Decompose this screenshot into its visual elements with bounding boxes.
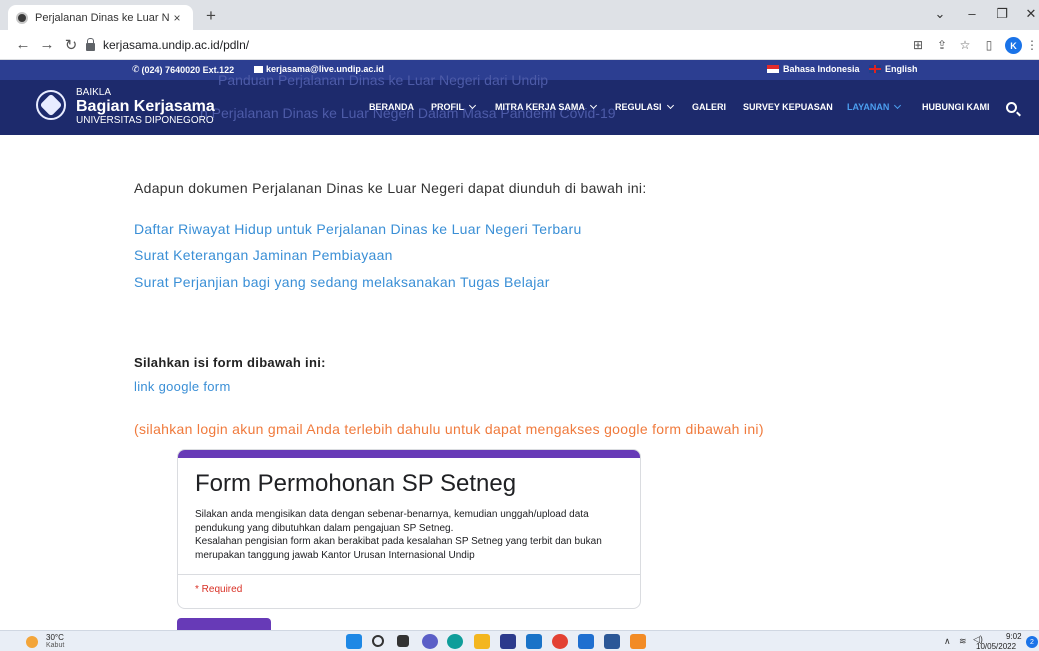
gform-desc-line-2: Kesalahan pengisian form akan berakibat … [195,536,602,561]
lang-english[interactable]: English [869,64,918,74]
site-header: Panduan Perjalanan Dinas ke Luar Negeri … [0,72,1039,135]
indonesia-flag-icon [767,65,779,73]
bookmark-star-icon[interactable]: ☆ [957,38,973,52]
clock-date[interactable]: 10/05/2022 [976,642,1016,651]
tab-search-icon[interactable]: ⌄ [930,6,950,22]
nav-regulasi-label: REGULASI [615,102,662,112]
nav-galeri[interactable]: GALERI [692,102,726,112]
tab-close-icon[interactable]: × [169,11,185,25]
login-note: (silahkan login akun gmail Anda terlebih… [134,421,764,437]
close-window-button[interactable]: ✕ [1021,6,1039,22]
brand-abbrev: BAIKLA [76,87,112,98]
url-text: kerjasama.undip.ac.id/pdln/ [103,38,250,52]
share-icon[interactable]: ⇪ [934,38,950,52]
edge-browser-icon[interactable] [447,634,463,649]
chrome-browser-icon[interactable] [552,634,568,649]
browser-tab-strip: Perjalanan Dinas ke Luar Negeri × + ⌄ – … [0,0,1039,30]
brand-title[interactable]: Bagian Kerjasama [76,98,215,116]
menu-dots-icon[interactable]: ⋮ [1024,38,1039,52]
profile-avatar[interactable]: K [1005,37,1022,54]
new-tab-button[interactable]: + [202,6,220,26]
nav-beranda[interactable]: BERANDA [369,102,414,112]
intro-text: Adapun dokumen Perjalanan Dinas ke Luar … [134,180,647,196]
file-explorer-icon[interactable] [474,634,490,649]
task-view-icon[interactable] [397,635,409,647]
browser-address-bar: ← → ↻ kerjasama.undip.ac.id/pdln/ ⊞ ⇪ ☆ … [0,30,1039,60]
nav-layanan-label: LAYANAN [847,102,890,112]
taskbar-search-icon[interactable] [372,635,384,647]
gform-accent-bar [178,450,640,458]
maximize-button[interactable]: ❐ [992,6,1012,22]
chevron-down-icon [894,101,902,110]
translate-icon[interactable]: ⊞ [910,38,926,52]
ms-store-icon[interactable] [500,634,516,649]
chevron-down-icon [468,101,477,110]
forward-arrow-icon[interactable]: → [38,36,56,53]
lock-icon [86,37,95,51]
url-field[interactable]: kerjasama.undip.ac.id/pdln/ [86,34,906,56]
orange-app-icon[interactable] [630,634,646,649]
doc-link-jaminan-pembiayaan[interactable]: Surat Keterangan Jaminan Pembiayaan [134,247,393,263]
windows-start-icon[interactable] [346,634,362,649]
gform-required-note: * Required [195,584,243,595]
wifi-icon[interactable]: ≋ [959,636,967,647]
mail-app-icon[interactable] [526,634,542,649]
form-heading: Silahkan isi form dibawah ini: [134,355,326,370]
side-panel-icon[interactable]: ▯ [981,38,997,52]
google-form-link[interactable]: link google form [134,379,231,394]
windows-taskbar: 30°C Kabut ∧ ≋ ◁) 9:02 10/05/2022 2 [0,630,1039,651]
minimize-button[interactable]: – [962,6,982,21]
word-app-icon[interactable] [604,634,620,649]
site-favicon-icon [16,11,28,24]
weather-sun-icon[interactable] [26,636,38,648]
reload-icon[interactable]: ↻ [62,36,80,54]
clock-time[interactable]: 9:02 [1006,632,1022,641]
lang-indonesia-label: Bahasa Indonesia [783,64,860,74]
weather-condition: Kabut [46,642,65,649]
chevron-down-icon [589,101,597,110]
teams-chat-icon[interactable] [422,634,438,649]
browser-tab[interactable]: Perjalanan Dinas ke Luar Negeri × [8,5,193,30]
back-arrow-icon[interactable]: ← [14,36,32,53]
tray-chevron-up-icon[interactable]: ∧ [944,636,951,647]
lang-indonesia[interactable]: Bahasa Indonesia [767,64,860,74]
nav-hubungi-kami[interactable]: HUBUNGI KAMI [922,102,990,112]
university-logo-icon[interactable] [36,90,66,120]
doc-link-riwayat-hidup[interactable]: Daftar Riwayat Hidup untuk Perjalanan Di… [134,221,582,237]
photos-app-icon[interactable] [578,634,594,649]
gform-description: Silakan anda mengisikan data dengan sebe… [195,508,625,562]
nav-mitra-label: MITRA KERJA SAMA [495,102,585,112]
nav-mitra-kerja-sama[interactable]: MITRA KERJA SAMA [495,101,597,112]
gform-desc-line-1: Silakan anda mengisikan data dengan sebe… [195,509,589,534]
search-icon[interactable] [1006,102,1017,113]
nav-profil[interactable]: PROFIL [431,101,477,112]
doc-link-perjanjian-tugas-belajar[interactable]: Surat Perjanjian bagi yang sedang melaks… [134,274,550,290]
google-form-embed: Form Permohonan SP Setneg Silakan anda m… [177,449,641,609]
tab-title: Perjalanan Dinas ke Luar Negeri [35,11,169,24]
gform-title: Form Permohonan SP Setneg [195,470,517,497]
notification-badge[interactable]: 2 [1026,636,1038,648]
gform-next-button[interactable] [177,618,271,630]
chevron-down-icon [666,101,674,110]
lang-english-label: English [885,64,918,74]
nav-profil-label: PROFIL [431,102,464,112]
weather-temperature: 30°C [46,633,64,642]
nav-survey-kepuasan[interactable]: SURVEY KEPUASAN [743,102,833,112]
nav-layanan[interactable]: LAYANAN [847,101,902,112]
ghost-heading-1: Panduan Perjalanan Dinas ke Luar Negeri … [218,72,548,88]
gform-divider [178,574,640,575]
nav-regulasi[interactable]: REGULASI [615,101,674,112]
phone-icon: ✆ [132,64,140,74]
brand-subtitle: UNIVERSITAS DIPONEGORO [76,115,214,126]
uk-flag-icon [869,65,881,73]
